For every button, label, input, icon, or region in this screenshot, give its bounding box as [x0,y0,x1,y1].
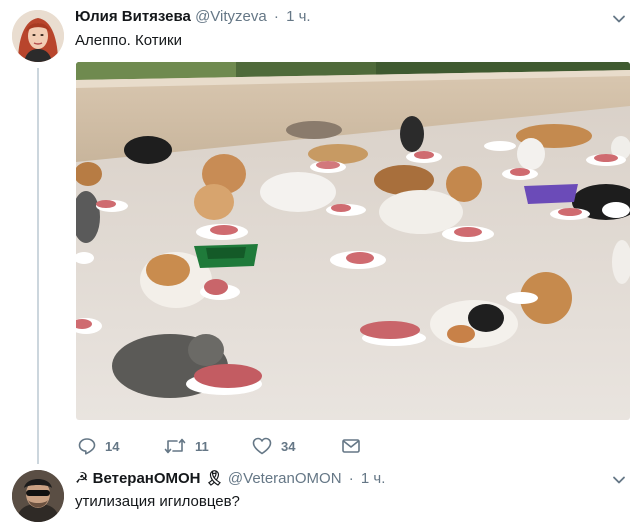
separator-dot: · [348,470,354,487]
author-handle[interactable]: @VeteranOMON [228,470,342,487]
timestamp[interactable]: 1 ч. [361,470,386,487]
direct-message-button[interactable] [341,436,361,456]
timestamp[interactable]: 1 ч. [286,8,311,25]
retweet-icon [164,437,186,455]
author-name[interactable]: Юлия Витязева [75,8,191,25]
chevron-down-icon[interactable] [612,12,626,26]
tweet-text: Алеппо. Котики [75,32,182,49]
chevron-down-icon[interactable] [612,473,626,487]
author-name-suffix: 🎗 [204,470,224,487]
tweet-actions: 14 11 34 [78,436,378,456]
envelope-icon [341,437,361,455]
like-button[interactable]: 34 [252,436,295,456]
heart-icon [252,437,272,455]
retweet-count: 11 [195,438,209,454]
tweet-header: Юлия Витязева @Vityzeva · 1 ч. [75,8,311,25]
reply-icon [78,437,96,455]
author-name-prefix: ☭ [75,470,89,487]
tweet-header: ☭ ВетеранОМОН 🎗 @VeteranOMON · 1 ч. [75,469,385,487]
reply-button[interactable]: 14 [78,436,119,456]
retweet-button[interactable]: 11 [164,436,209,456]
author-name[interactable]: ВетеранОМОН [93,470,201,487]
tweet-1: Юлия Витязева @Vityzeva · 1 ч. Алеппо. К… [0,0,640,470]
like-count: 34 [281,438,296,454]
tweet-text: утилизация игиловцев? [75,493,240,510]
avatar[interactable] [12,10,64,62]
avatar[interactable] [12,470,64,522]
separator-dot: · [273,8,279,25]
tweet-photo[interactable] [76,62,630,420]
reply-count: 14 [105,438,120,454]
author-handle[interactable]: @Vityzeva [195,8,267,25]
